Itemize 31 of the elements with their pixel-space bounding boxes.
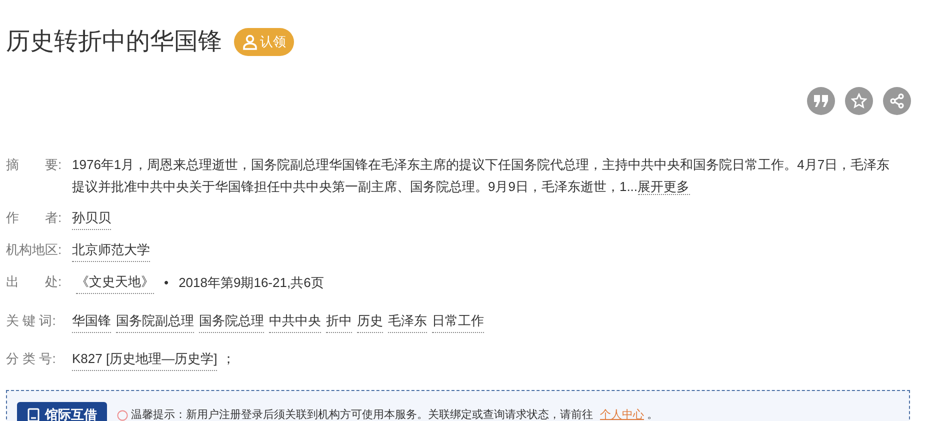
- field-link[interactable]: 国务院副总理: [116, 310, 194, 333]
- issue-text: 2018年第9期16-21,共6页: [178, 274, 324, 292]
- field-link[interactable]: 中共中央: [269, 310, 321, 333]
- book-icon: [27, 408, 40, 421]
- field-link[interactable]: 孙贝贝: [72, 207, 111, 230]
- field-link[interactable]: 北京师范大学: [72, 239, 150, 262]
- field-link[interactable]: 毛泽东: [388, 310, 427, 333]
- article-title: 历史转折中的华国锋: [6, 27, 222, 57]
- share-icon[interactable]: [883, 87, 911, 115]
- field-link[interactable]: 日常工作: [432, 310, 484, 333]
- field-label: 机构地区:: [6, 241, 63, 259]
- abstract-text: 1976年1月，周恩来总理逝世，国务院副总理华国锋在毛泽东主席的提议下任国务院代总理，主持中共中央和国务院日常工作。4月7日，毛泽东提议并批准中共中央关于华国锋担任中共中央第一副主席、国务院总理。9月9日，毛泽东逝世，1...展开更多: [72, 156, 891, 197]
- field-link[interactable]: 国务院总理: [199, 310, 264, 333]
- field-label: 出 处:: [6, 273, 63, 291]
- separator: •: [164, 274, 169, 292]
- expand-link[interactable]: 展开更多: [638, 179, 690, 195]
- field-link[interactable]: 历史: [357, 310, 383, 333]
- period-text: 。: [647, 408, 658, 421]
- quote-icon[interactable]: [807, 87, 835, 115]
- field-label: 摘 要:: [6, 156, 63, 174]
- user-icon: [242, 34, 258, 50]
- field-label: 分 类 号:: [6, 350, 57, 368]
- field-label: 关 键 词:: [6, 312, 57, 330]
- journal-link[interactable]: 《文史天地》: [76, 271, 154, 294]
- suffix-text: ；: [222, 350, 236, 368]
- hint-text: 温馨提示：新用户注册登录后须关联到机构方可使用本服务。关联绑定或查询请求状态，请前往: [131, 408, 593, 421]
- ill-button[interactable]: 馆际互借: [17, 402, 107, 421]
- field-label: 作 者:: [6, 209, 63, 227]
- field-link[interactable]: K827 [历史地理—历史学]: [72, 348, 218, 371]
- field-link[interactable]: 华国锋: [72, 310, 111, 333]
- field-link[interactable]: 折中: [326, 310, 352, 333]
